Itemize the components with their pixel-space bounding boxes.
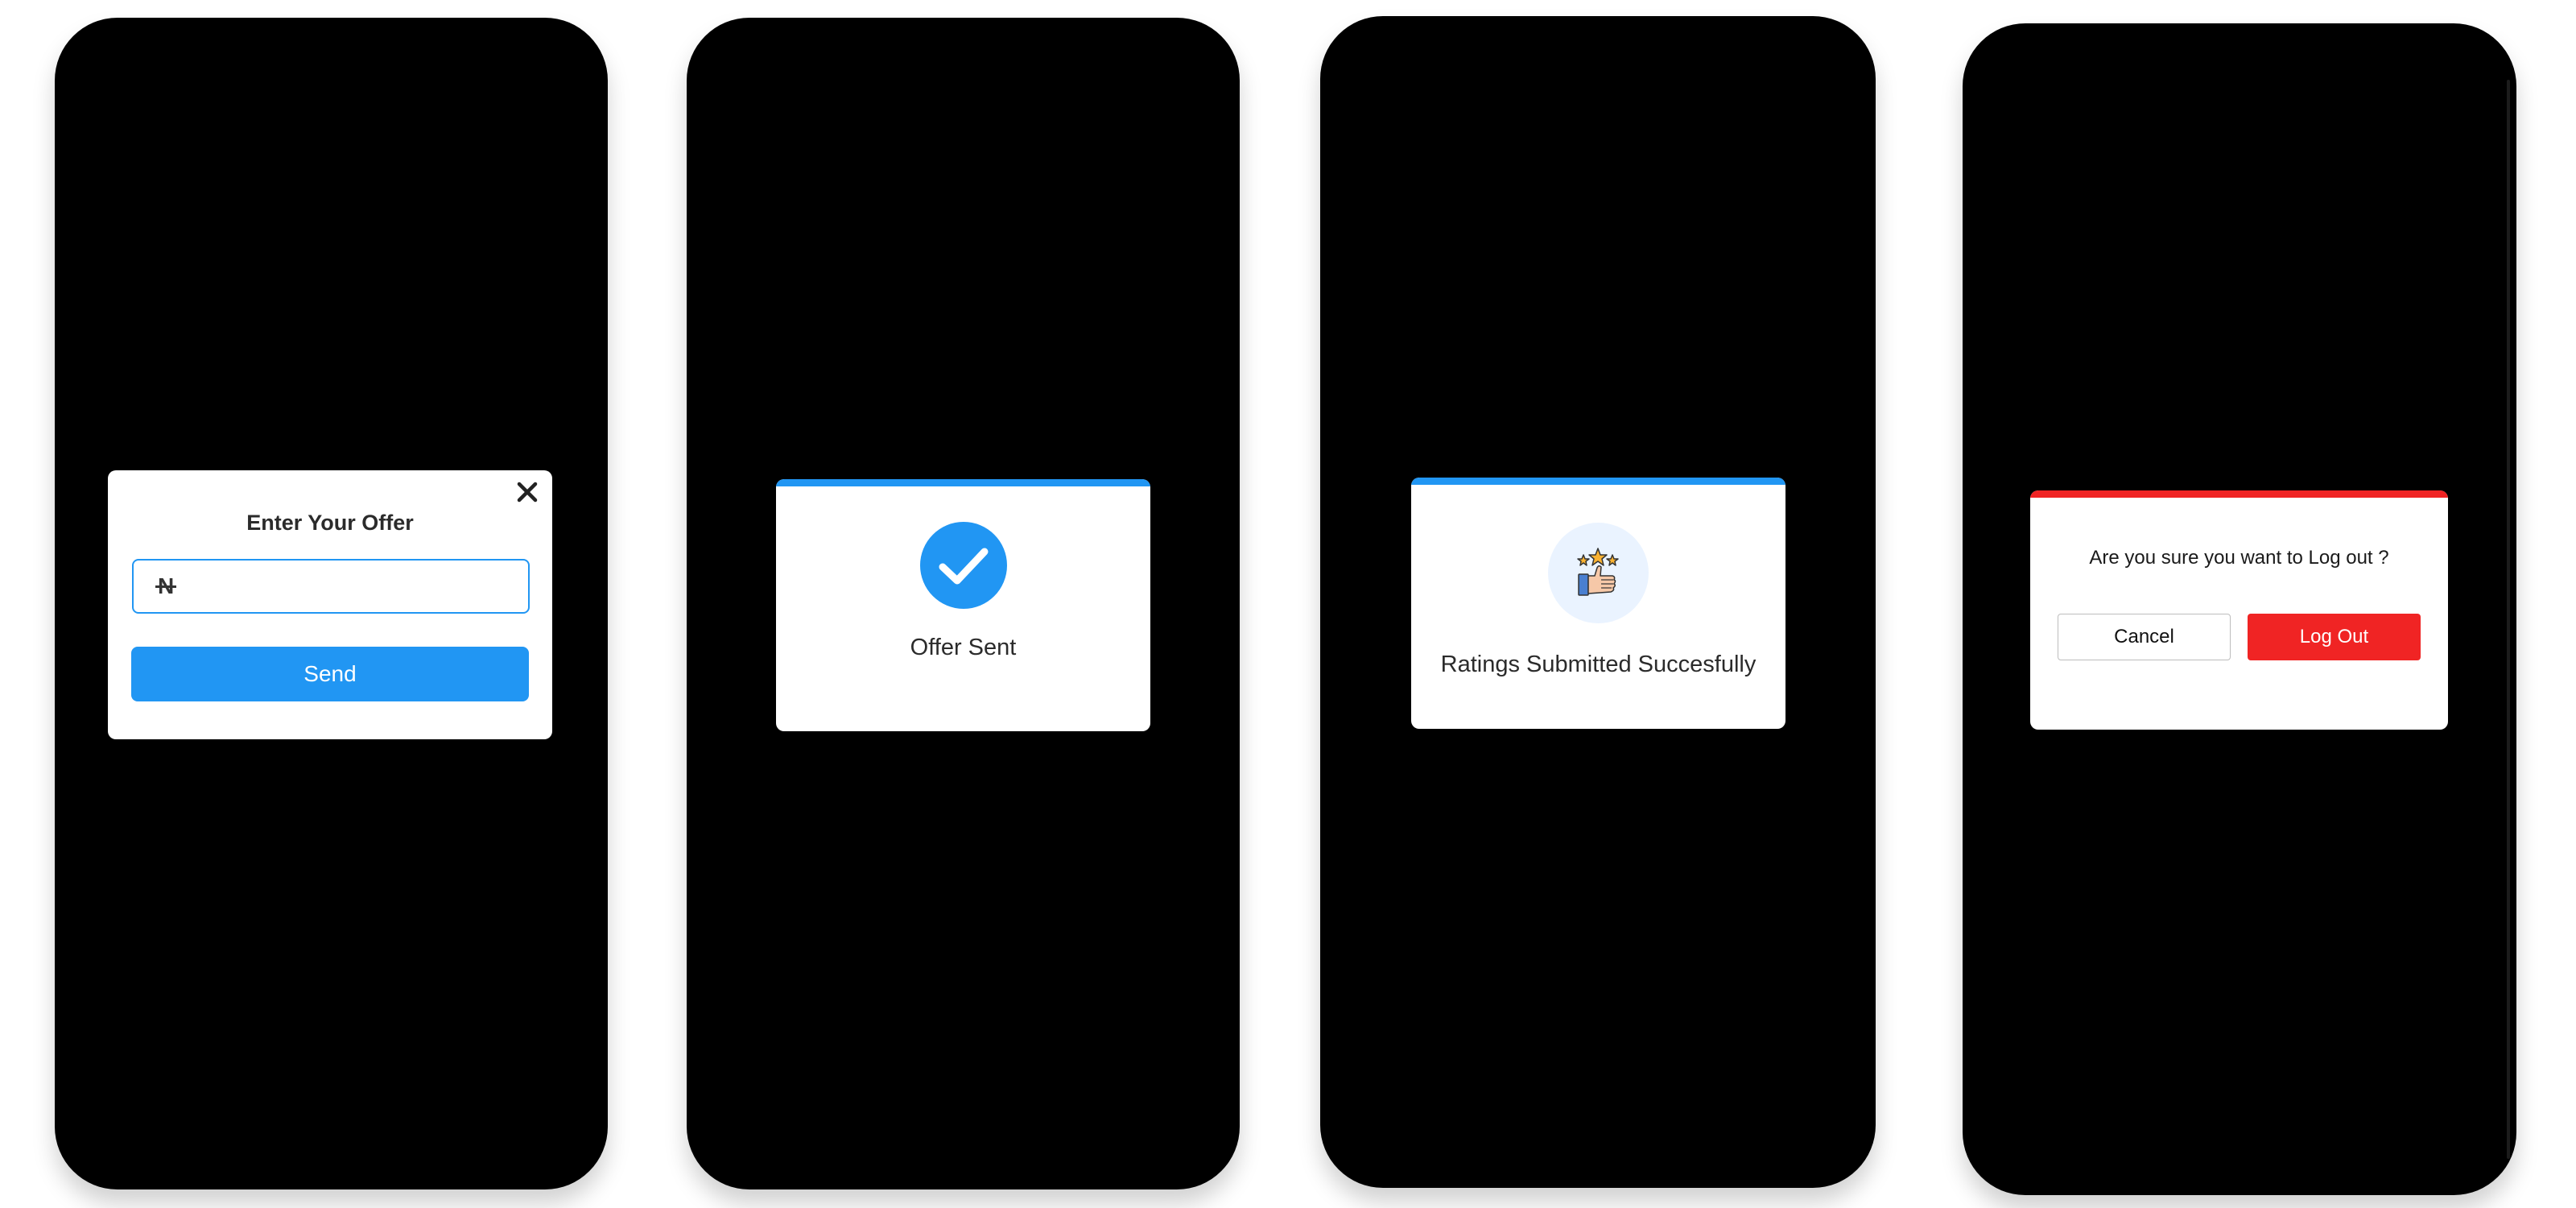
- phone-screen-offer: Enter Your Offer N Send: [55, 18, 608, 1189]
- send-button[interactable]: Send: [131, 647, 529, 701]
- close-icon[interactable]: [514, 478, 541, 506]
- thumbs-up-stars-icon: [1548, 523, 1649, 623]
- log-out-button[interactable]: Log Out: [2248, 614, 2421, 660]
- ratings-submitted-dialog: Ratings Submitted Succesfully: [1411, 478, 1785, 729]
- dialog-accent-bar: [2030, 490, 2448, 498]
- phone-screen-offer-sent: Offer Sent: [687, 18, 1240, 1189]
- mockup-stage: Enter Your Offer N Send Offer Sent Ratin…: [0, 0, 2576, 1208]
- phone-screen-ratings: Ratings Submitted Succesfully: [1320, 16, 1876, 1188]
- naira-currency-symbol: N: [158, 573, 175, 598]
- offer-dialog: Enter Your Offer N Send: [108, 470, 552, 739]
- offer-dialog-title: Enter Your Offer: [246, 511, 414, 535]
- scrollbar[interactable]: [2507, 80, 2510, 1159]
- ratings-submitted-message: Ratings Submitted Succesfully: [1440, 652, 1757, 677]
- dialog-accent-bar: [1411, 478, 1785, 485]
- logout-question-text: Are you sure you want to Log out ?: [2089, 547, 2389, 569]
- cancel-button[interactable]: Cancel: [2058, 614, 2231, 660]
- offer-amount-input[interactable]: N: [132, 559, 530, 614]
- dialog-accent-bar: [776, 479, 1150, 486]
- checkmark-icon: [920, 522, 1007, 609]
- logout-confirm-dialog: Are you sure you want to Log out ? Cance…: [2030, 490, 2448, 730]
- offer-sent-dialog: Offer Sent: [776, 479, 1150, 731]
- offer-sent-message: Offer Sent: [910, 635, 1017, 660]
- phone-screen-logout: Are you sure you want to Log out ? Cance…: [1963, 23, 2516, 1195]
